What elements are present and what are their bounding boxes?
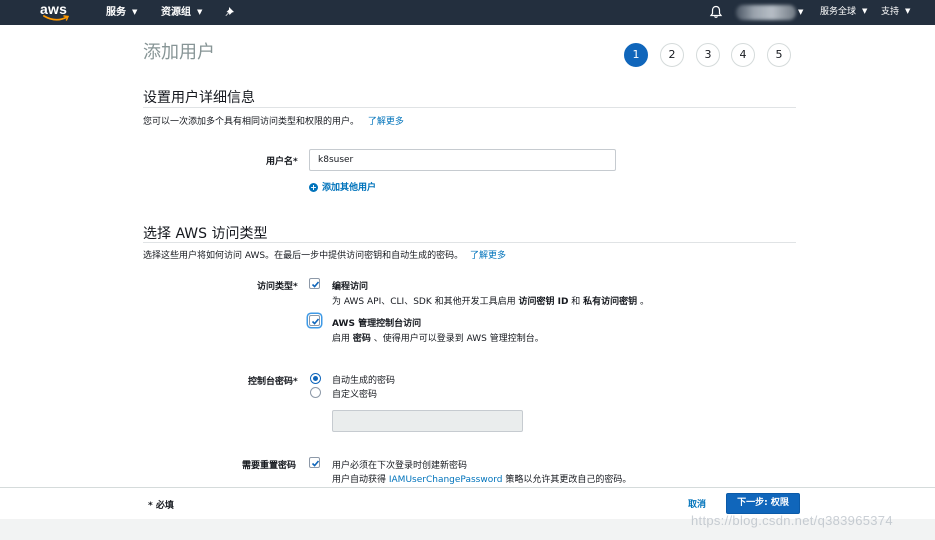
required-note: * 必填 bbox=[148, 501, 174, 511]
programmatic-access-title: 编程访问 bbox=[332, 282, 369, 292]
chevron-down-icon[interactable]: ▼ bbox=[798, 0, 803, 25]
access-type-heading: 选择 AWS 访问类型 bbox=[143, 226, 268, 242]
console-access-description: 启用 密码 、使得用户可以登录到 AWS 管理控制台。 bbox=[332, 331, 544, 344]
plus-circle-icon: + bbox=[309, 183, 318, 192]
user-details-description-text: 您可以一次添加多个具有相同访问类型和权限的用户。 bbox=[143, 117, 360, 127]
aws-smile-icon bbox=[43, 15, 69, 21]
wizard-step-4[interactable]: 4 bbox=[731, 43, 755, 67]
programmatic-access-checkbox[interactable] bbox=[309, 278, 320, 289]
aws-logo[interactable]: aws bbox=[40, 0, 72, 24]
wizard-step-1[interactable]: 1 bbox=[624, 43, 648, 67]
console-access-checkbox[interactable] bbox=[309, 315, 320, 326]
require-reset-label: 需要重置密码 bbox=[242, 461, 297, 471]
chevron-down-icon: ▼ bbox=[862, 7, 868, 15]
wizard-step-5[interactable]: 5 bbox=[767, 43, 791, 67]
add-another-user-button[interactable]: + 添加其他用户 bbox=[309, 180, 376, 193]
chevron-down-icon: ▼ bbox=[197, 8, 203, 16]
account-menu-blurred[interactable] bbox=[736, 5, 796, 20]
wizard-step-2[interactable]: 2 bbox=[660, 43, 684, 67]
desc-text: 策略以允许其更改自己的密码。 bbox=[502, 475, 632, 485]
desc-bold-password: 密码 bbox=[352, 334, 371, 344]
desc-text: 用户自动获得 bbox=[332, 475, 389, 485]
desc-bold-access-key-id: 访问密钥 ID bbox=[518, 297, 569, 307]
support-label: 支持 bbox=[881, 7, 900, 17]
support-menu[interactable]: 支持 ▼ bbox=[881, 0, 910, 25]
top-navigation-bar: aws 服务 ▼ 资源组 ▼ ▼ 服务全球 ▼ 支持 ▼ bbox=[0, 0, 935, 25]
page-title: 添加用户 bbox=[143, 42, 215, 63]
services-label: 服务 bbox=[106, 7, 126, 18]
console-password-label: 控制台密码* bbox=[248, 377, 298, 387]
require-reset-text: 用户必须在下次登录时创建新密码 bbox=[332, 461, 468, 471]
checkmark-icon bbox=[311, 318, 320, 325]
console-access-title: AWS 管理控制台访问 bbox=[332, 319, 422, 329]
resource-groups-menu[interactable]: 资源组 ▼ bbox=[161, 0, 202, 25]
custom-password-label: 自定义密码 bbox=[332, 390, 378, 400]
chevron-down-icon: ▼ bbox=[132, 8, 138, 16]
desc-text: 为 AWS API、CLI、SDK 和其他开发工具启用 bbox=[332, 297, 519, 307]
checkmark-icon bbox=[311, 281, 320, 288]
require-reset-description: 用户自动获得 IAMUserChangePassword 策略以允许其更改自己的… bbox=[332, 472, 631, 485]
require-reset-checkbox[interactable] bbox=[309, 457, 320, 468]
access-type-description: 选择这些用户将如何访问 AWS。在最后一步中提供访问密钥和自动生成的密码。 了解… bbox=[143, 248, 506, 261]
chevron-down-icon: ▼ bbox=[905, 7, 911, 15]
autogenerated-password-radio[interactable] bbox=[310, 373, 321, 384]
pin-icon[interactable] bbox=[225, 0, 235, 25]
desc-text: 和 bbox=[568, 297, 584, 307]
username-label: 用户名* bbox=[266, 157, 298, 167]
add-another-user-label: 添加其他用户 bbox=[322, 183, 377, 193]
bell-icon[interactable] bbox=[709, 5, 723, 19]
user-details-heading: 设置用户详细信息 bbox=[143, 90, 255, 106]
username-input[interactable] bbox=[309, 149, 616, 171]
autogenerated-password-label: 自动生成的密码 bbox=[332, 376, 396, 386]
custom-password-radio[interactable] bbox=[310, 387, 321, 398]
watermark: https://blog.csdn.net/q383965374 bbox=[691, 513, 893, 528]
access-type-label: 访问类型* bbox=[257, 282, 298, 292]
iam-user-change-password-link[interactable]: IAMUserChangePassword bbox=[389, 475, 503, 485]
custom-password-input[interactable] bbox=[332, 410, 523, 432]
desc-text: 。 bbox=[637, 297, 650, 307]
access-type-description-text: 选择这些用户将如何访问 AWS。在最后一步中提供访问密钥和自动生成的密码。 bbox=[143, 251, 464, 261]
region-menu[interactable]: 服务全球 ▼ bbox=[820, 0, 867, 25]
desc-text: 、使得用户可以登录到 AWS 管理控制台。 bbox=[370, 334, 544, 344]
checkmark-icon bbox=[311, 460, 320, 467]
learn-more-link[interactable]: 了解更多 bbox=[368, 117, 404, 127]
desc-text: 启用 bbox=[332, 334, 353, 344]
region-label: 服务全球 bbox=[820, 7, 857, 17]
learn-more-link[interactable]: 了解更多 bbox=[470, 251, 506, 261]
cancel-button[interactable]: 取消 bbox=[688, 497, 706, 510]
next-permissions-button[interactable]: 下一步: 权限 bbox=[726, 493, 800, 514]
programmatic-access-description: 为 AWS API、CLI、SDK 和其他开发工具启用 访问密钥 ID 和 私有… bbox=[332, 294, 649, 307]
resource-groups-label: 资源组 bbox=[161, 7, 191, 18]
aws-console-page: aws 服务 ▼ 资源组 ▼ ▼ 服务全球 ▼ 支持 ▼ 添加用户 1 2 3 … bbox=[0, 0, 935, 540]
services-menu[interactable]: 服务 ▼ bbox=[106, 0, 137, 25]
user-details-description: 您可以一次添加多个具有相同访问类型和权限的用户。 了解更多 bbox=[143, 114, 404, 127]
wizard-step-3[interactable]: 3 bbox=[696, 43, 720, 67]
desc-bold-secret-key: 私有访问密钥 bbox=[583, 297, 638, 307]
section-divider bbox=[143, 242, 796, 243]
section-divider bbox=[143, 107, 796, 108]
